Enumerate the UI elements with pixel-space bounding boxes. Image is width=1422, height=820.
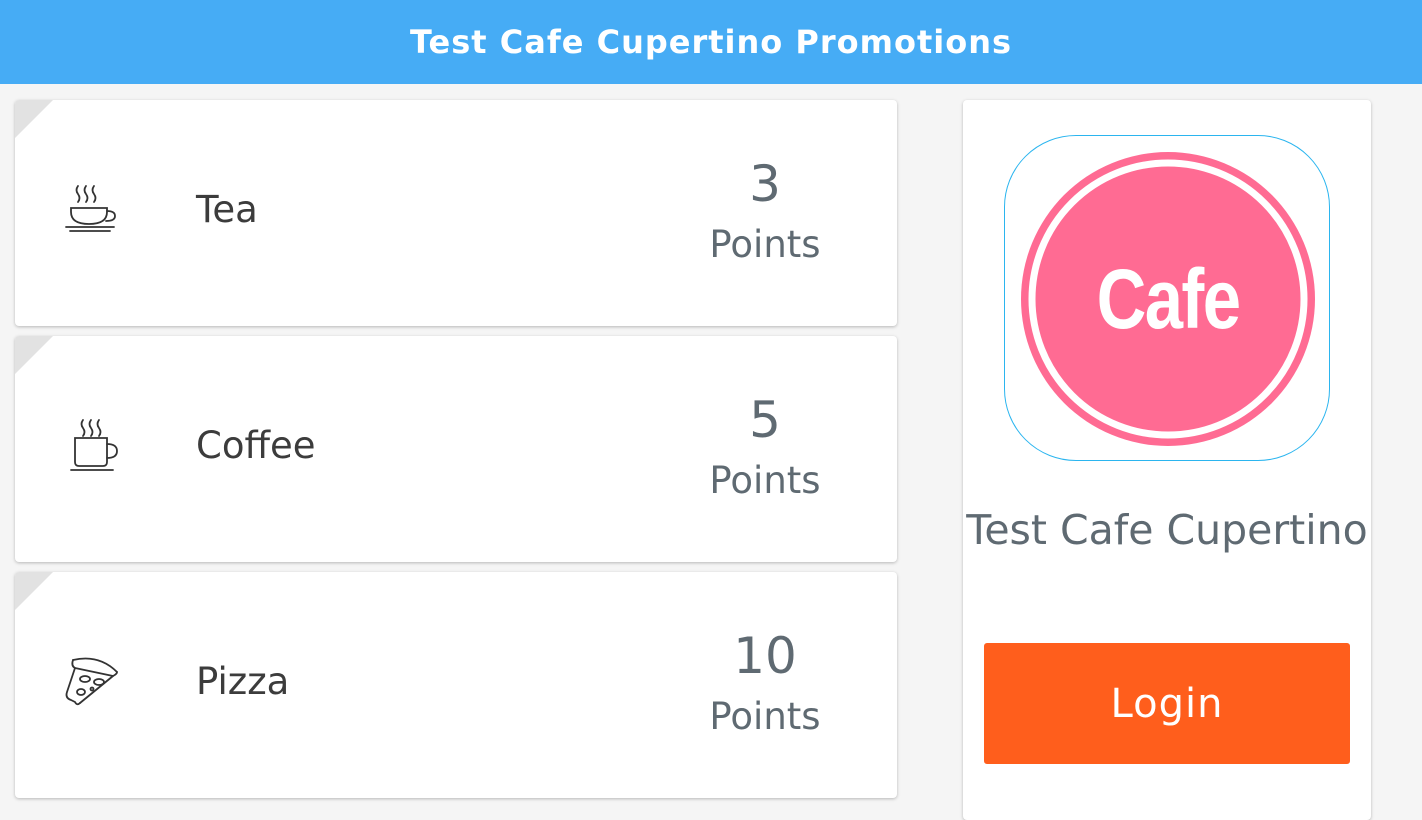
promotion-card-pizza[interactable]: Pizza 10 Points: [15, 572, 897, 798]
points-value: 5: [749, 391, 781, 449]
promotion-points: 5 Points: [655, 388, 875, 510]
points-label: Points: [709, 459, 821, 502]
logo-text: Cafe: [1096, 251, 1241, 346]
tea-cup-icon: [61, 180, 121, 240]
points-value: 10: [733, 627, 797, 685]
cafe-info-panel: Cafe Test Cafe Cupertino Login: [963, 100, 1371, 820]
promotion-card-coffee[interactable]: Coffee 5 Points: [15, 336, 897, 562]
points-value: 3: [749, 155, 781, 213]
pizza-slice-icon: [61, 652, 121, 712]
promotion-points: 10 Points: [655, 624, 875, 746]
promotion-card-tea[interactable]: Tea 3 Points: [15, 100, 897, 326]
card-corner-fold: [15, 100, 53, 138]
cafe-logo: Cafe: [1004, 135, 1330, 461]
app-header: Test Cafe Cupertino Promotions: [0, 0, 1422, 84]
promotion-name: Pizza: [196, 660, 290, 703]
card-corner-fold: [15, 336, 53, 374]
promotion-name: Tea: [196, 188, 258, 231]
login-button[interactable]: Login: [984, 643, 1350, 764]
card-corner-fold: [15, 572, 53, 610]
promotion-name: Coffee: [196, 424, 316, 467]
coffee-mug-icon: [61, 416, 121, 476]
points-label: Points: [709, 223, 821, 266]
page-title: Test Cafe Cupertino Promotions: [409, 23, 1013, 61]
cafe-name: Test Cafe Cupertino: [966, 506, 1368, 554]
promotion-points: 3 Points: [655, 152, 875, 274]
points-label: Points: [709, 695, 821, 738]
